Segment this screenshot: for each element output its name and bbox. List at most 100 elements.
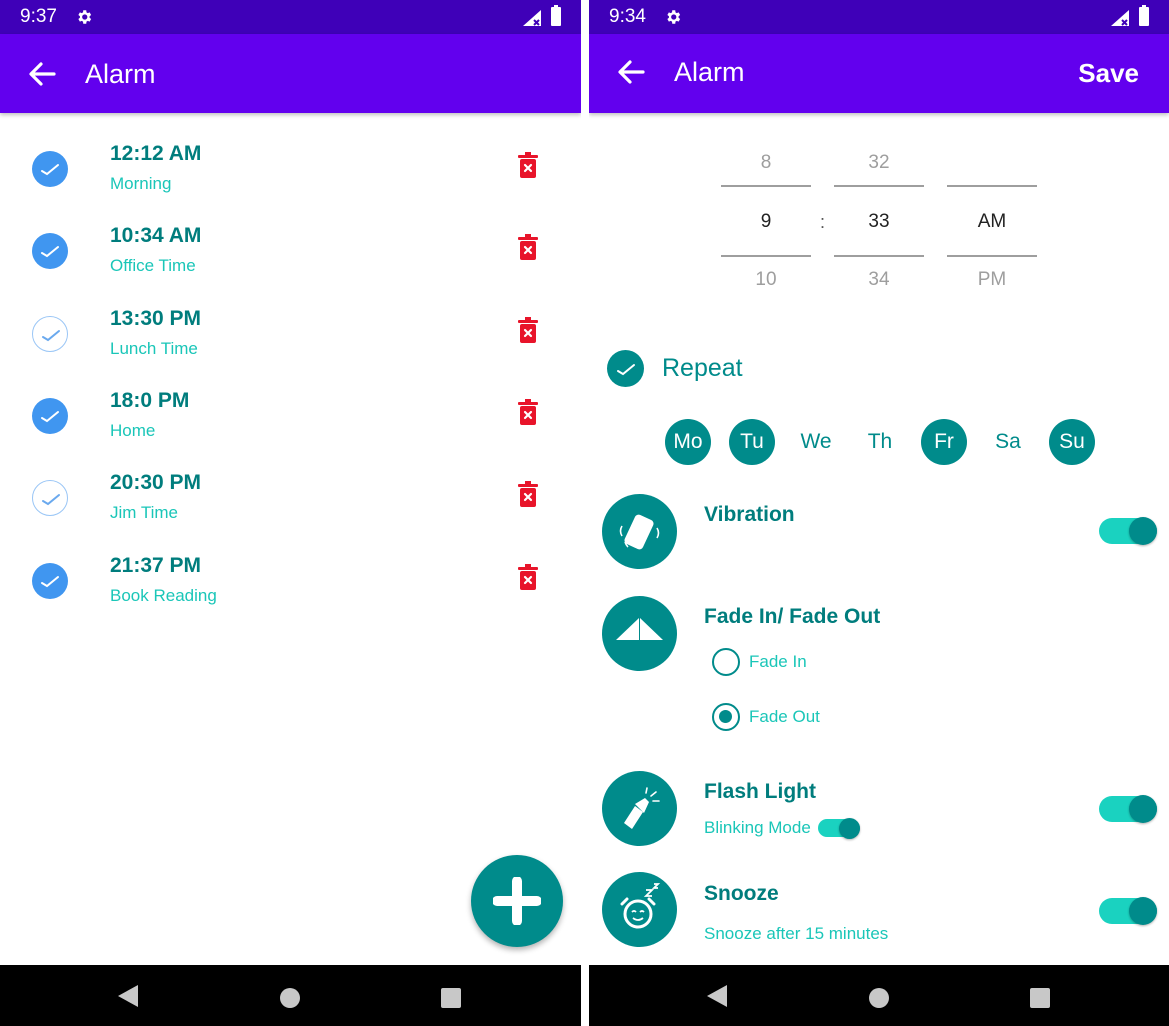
- fade-title: Fade In/ Fade Out: [704, 605, 881, 628]
- alarm-enabled-checkbox[interactable]: [32, 480, 68, 517]
- back-arrow-icon[interactable]: [26, 58, 58, 90]
- page-title: Alarm: [674, 57, 745, 87]
- hour-next[interactable]: 10: [721, 269, 811, 291]
- alarm-enabled-checkbox[interactable]: [32, 233, 68, 270]
- fade-in-label[interactable]: Fade In: [749, 652, 807, 672]
- signal-icon: [1111, 10, 1129, 26]
- day-we-chip[interactable]: We: [793, 419, 839, 465]
- alarm-row[interactable]: 13:30 PM Lunch Time: [0, 303, 581, 385]
- day-sa-chip[interactable]: Sa: [985, 419, 1031, 465]
- app-bar: Alarm Save: [589, 34, 1169, 113]
- screen-divider: [581, 0, 589, 1026]
- nav-recents-icon[interactable]: [441, 988, 461, 1008]
- alarm-time: 21:37 PM: [110, 553, 202, 577]
- snooze-alarm-icon: [620, 883, 661, 929]
- picker-divider: [947, 185, 1037, 187]
- repeat-label: Repeat: [662, 354, 743, 382]
- alarm-label: Jim Time: [110, 503, 178, 523]
- alarm-list-screen: 9:37 Alarm 12:12 AM Morning 10:34 AM Office…: [0, 0, 581, 1026]
- alarm-time: 10:34 AM: [110, 224, 202, 248]
- alarm-label: Home: [110, 420, 156, 440]
- nav-home-icon[interactable]: [869, 988, 889, 1008]
- alarm-enabled-checkbox[interactable]: [32, 397, 68, 434]
- check-icon: [41, 575, 59, 587]
- minute-next[interactable]: 34: [834, 269, 924, 291]
- repeat-checkbox[interactable]: [607, 350, 644, 387]
- page-title: Alarm: [85, 59, 156, 89]
- vibration-icon-badge: [602, 494, 677, 569]
- delete-icon[interactable]: [517, 563, 539, 590]
- signal-icon: [523, 10, 541, 26]
- battery-icon: [551, 5, 561, 26]
- nav-home-icon[interactable]: [280, 988, 300, 1008]
- nav-recents-icon[interactable]: [1030, 988, 1050, 1008]
- fade-icon: [616, 618, 663, 640]
- delete-icon[interactable]: [517, 398, 539, 425]
- alarm-time: 13:30 PM: [110, 306, 202, 330]
- hour-prev[interactable]: 8: [721, 152, 811, 174]
- fade-in-radio[interactable]: [712, 648, 740, 676]
- blinking-mode-label: Blinking Mode: [704, 818, 811, 837]
- toggle-knob: [1129, 517, 1157, 545]
- add-alarm-button[interactable]: [471, 855, 563, 947]
- alarm-enabled-checkbox[interactable]: [32, 151, 68, 187]
- delete-icon[interactable]: [517, 481, 539, 508]
- fade-out-radio[interactable]: [712, 703, 740, 731]
- alarm-row[interactable]: 10:34 AM Office Time: [0, 220, 581, 302]
- alarm-row[interactable]: 20:30 PM Jim Time: [0, 467, 581, 549]
- day-mo-chip[interactable]: Mo: [665, 419, 711, 465]
- time-separator: :: [820, 212, 826, 232]
- check-icon: [41, 246, 59, 258]
- hour-selected[interactable]: 9: [721, 211, 811, 233]
- check-icon: [41, 164, 59, 176]
- picker-divider: [721, 185, 811, 187]
- alarm-enabled-checkbox[interactable]: [32, 315, 68, 352]
- vibration-toggle[interactable]: [1099, 517, 1157, 545]
- day-tu-chip[interactable]: Tu: [729, 419, 775, 465]
- delete-icon[interactable]: [517, 316, 539, 343]
- nav-back-icon[interactable]: [707, 985, 727, 1007]
- vibration-icon: [619, 514, 660, 550]
- delete-icon[interactable]: [517, 152, 539, 178]
- nav-back-icon[interactable]: [118, 985, 138, 1007]
- alarm-row[interactable]: 18:0 PM Home: [0, 385, 581, 467]
- alarm-row[interactable]: 12:12 AM Morning: [0, 138, 581, 220]
- plus-icon: [493, 877, 541, 925]
- toggle-knob: [1129, 897, 1157, 925]
- check-icon: [41, 410, 59, 423]
- alarm-enabled-checkbox[interactable]: [32, 562, 68, 599]
- alarm-time: 18:0 PM: [110, 388, 190, 412]
- day-fr-chip[interactable]: Fr: [921, 419, 967, 465]
- system-nav-bar: [589, 965, 1169, 1026]
- alarm-label: Lunch Time: [110, 338, 198, 358]
- app-bar: Alarm: [0, 34, 581, 113]
- alarm-time: 20:30 PM: [110, 471, 202, 495]
- day-su-chip[interactable]: Su: [1049, 419, 1095, 465]
- ampm-next[interactable]: PM: [947, 269, 1037, 291]
- snooze-toggle[interactable]: [1099, 897, 1157, 925]
- toggle-knob: [839, 817, 860, 839]
- minute-prev[interactable]: 32: [834, 152, 924, 174]
- gear-icon: [667, 10, 681, 24]
- alarm-label: Office Time: [110, 256, 196, 276]
- ampm-selected[interactable]: AM: [947, 211, 1037, 233]
- flashlight-icon: [624, 787, 660, 829]
- back-arrow-icon[interactable]: [615, 56, 647, 88]
- alarm-label: Book Reading: [110, 585, 217, 605]
- status-time: 9:37: [20, 6, 57, 27]
- status-bar: 9:37: [0, 0, 581, 34]
- alarm-row[interactable]: 21:37 PM Book Reading: [0, 550, 581, 632]
- toggle-knob: [1129, 795, 1157, 823]
- status-time: 9:34: [609, 6, 646, 27]
- day-th-chip[interactable]: Th: [857, 419, 903, 465]
- alarm-edit-screen: 9:34 Alarm Save 8 9 10 : 32 33 34 AM PM …: [589, 0, 1169, 1026]
- minute-selected[interactable]: 33: [834, 211, 924, 233]
- flashlight-toggle[interactable]: [1099, 795, 1157, 823]
- save-button[interactable]: Save: [1078, 58, 1139, 89]
- fade-out-label[interactable]: Fade Out: [749, 707, 820, 727]
- delete-icon[interactable]: [517, 234, 539, 261]
- check-icon: [42, 329, 60, 341]
- snooze-title: Snooze: [704, 882, 779, 905]
- blinking-mode-toggle[interactable]: [818, 817, 860, 839]
- snooze-subtitle: Snooze after 15 minutes: [704, 924, 889, 943]
